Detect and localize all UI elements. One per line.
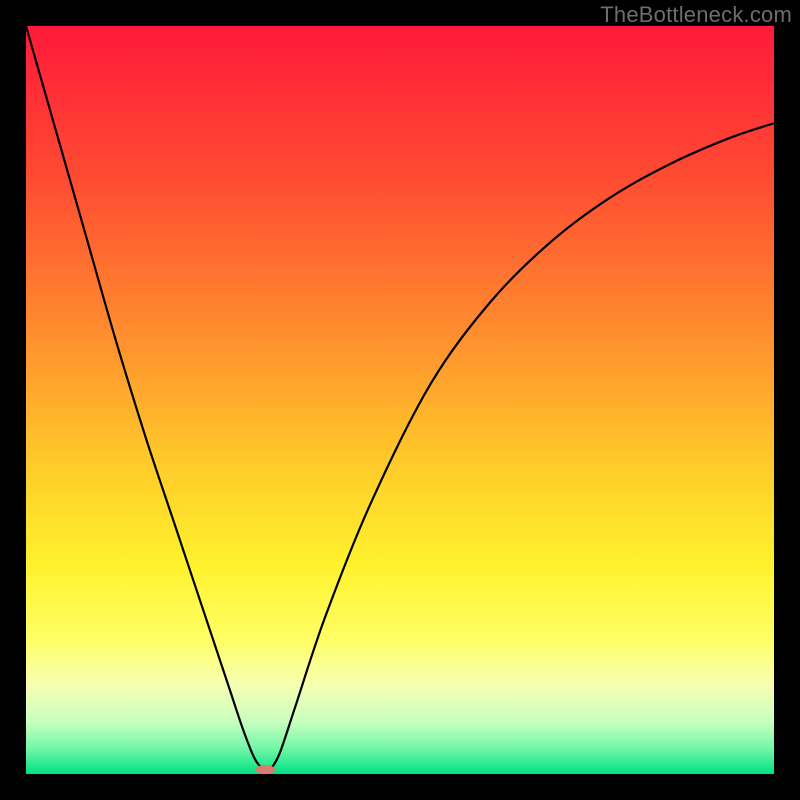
watermark-text: TheBottleneck.com [600, 2, 792, 28]
optimal-point-marker [256, 765, 275, 774]
chart-frame [26, 26, 774, 774]
chart-canvas [26, 26, 774, 774]
gradient-background [26, 26, 774, 774]
